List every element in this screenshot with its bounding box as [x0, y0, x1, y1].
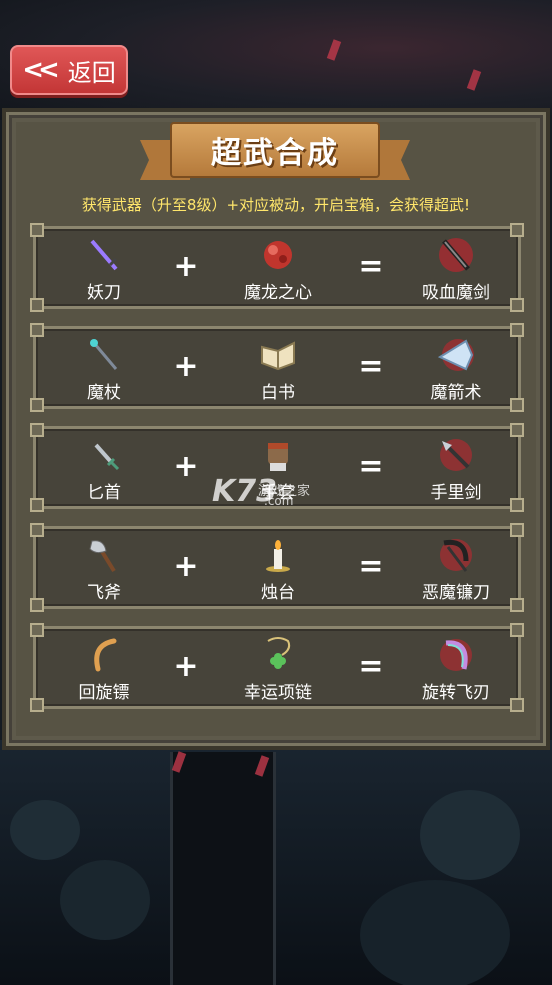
corner-ornament: [30, 398, 44, 412]
result-name: 恶魔镰刀: [422, 583, 490, 603]
double-chevron-left-icon: <<: [22, 55, 59, 85]
shuriken-icon: [436, 435, 476, 475]
passive-item: 白书: [218, 335, 338, 403]
recipe-row: 魔杖 + 白书 = 魔箭术: [30, 323, 524, 412]
equals-sign: =: [358, 549, 384, 584]
corner-ornament: [30, 223, 44, 237]
glove-icon: [258, 435, 298, 475]
rock-decor: [420, 790, 520, 880]
equals-sign: =: [358, 349, 384, 384]
rock-decor: [10, 800, 80, 860]
weapon-name: 魔杖: [87, 383, 121, 403]
sword-icon: [84, 235, 124, 275]
vampire-sword-icon: [436, 235, 476, 275]
watermark-domain: .com: [264, 494, 294, 508]
corner-ornament: [30, 498, 44, 512]
watermark: K73 游戏之家 .com: [212, 474, 310, 509]
spinning-blade-icon: [436, 635, 476, 675]
corner-ornament: [30, 623, 44, 637]
dagger-icon: [84, 435, 124, 475]
passive-name: 魔龙之心: [244, 283, 312, 303]
back-button-label: 返回: [67, 58, 116, 87]
corner-ornament: [30, 698, 44, 712]
result-item: 恶魔镰刀: [396, 535, 516, 603]
boomerang-icon: [84, 635, 124, 675]
title-banner: 超武合成: [140, 122, 410, 188]
passive-item: 魔龙之心: [218, 235, 338, 303]
corner-ornament: [30, 323, 44, 337]
candle-icon: [258, 535, 298, 575]
plus-sign: +: [173, 249, 199, 284]
weapon-name: 飞斧: [87, 583, 121, 603]
rock-decor: [360, 880, 510, 985]
stone-pillar: [170, 752, 276, 985]
passive-name: 白书: [261, 383, 295, 403]
result-name: 魔箭术: [430, 383, 482, 403]
corner-ornament: [30, 598, 44, 612]
passive-item: 烛台: [218, 535, 338, 603]
result-item: 吸血魔剑: [396, 235, 516, 303]
equals-sign: =: [358, 449, 384, 484]
corner-ornament: [30, 423, 44, 437]
plus-sign: +: [173, 449, 199, 484]
weapon-item: 匕首: [44, 435, 164, 503]
plus-sign: +: [173, 649, 199, 684]
instruction-text: 获得武器（升至8级）+对应被动，开启宝箱，会获得超武!: [81, 196, 471, 214]
weapon-item: 妖刀: [44, 235, 164, 303]
magic-arrow-icon: [436, 335, 476, 375]
result-name: 旋转飞刃: [422, 683, 490, 703]
weapon-item: 魔杖: [44, 335, 164, 403]
back-button[interactable]: << 返回: [10, 45, 128, 95]
weapon-item: 飞斧: [44, 535, 164, 603]
corner-ornament: [30, 523, 44, 537]
dragon-heart-icon: [258, 235, 298, 275]
recipe-row: 妖刀 + 魔龙之心 = 吸血魔剑: [30, 223, 524, 312]
result-name: 吸血魔剑: [422, 283, 490, 303]
weapon-name: 匕首: [87, 483, 121, 503]
banner-body: 超武合成: [170, 122, 380, 178]
result-name: 手里剑: [430, 483, 482, 503]
recipe-row: 飞斧 + 烛台 = 恶魔镰刀: [30, 523, 524, 612]
equals-sign: =: [358, 649, 384, 684]
page-title: 超武合成: [211, 136, 339, 171]
axe-icon: [84, 535, 124, 575]
wand-icon: [84, 335, 124, 375]
weapon-name: 妖刀: [87, 283, 121, 303]
result-item: 手里剑: [396, 435, 516, 503]
passive-name: 烛台: [261, 583, 295, 603]
rock-decor: [60, 860, 150, 940]
passive-name: 幸运项链: [244, 683, 312, 703]
result-item: 旋转飞刃: [396, 635, 516, 703]
passive-item: 幸运项链: [218, 635, 338, 703]
result-item: 魔箭术: [396, 335, 516, 403]
book-icon: [258, 335, 298, 375]
scythe-icon: [436, 535, 476, 575]
clover-necklace-icon: [258, 635, 298, 675]
plus-sign: +: [173, 349, 199, 384]
plus-sign: +: [173, 549, 199, 584]
weapon-item: 回旋镖: [44, 635, 164, 703]
recipe-row: 回旋镖 + 幸运项链 = 旋转飞刃: [30, 623, 524, 712]
corner-ornament: [30, 298, 44, 312]
weapon-name: 回旋镖: [78, 683, 130, 703]
equals-sign: =: [358, 249, 384, 284]
